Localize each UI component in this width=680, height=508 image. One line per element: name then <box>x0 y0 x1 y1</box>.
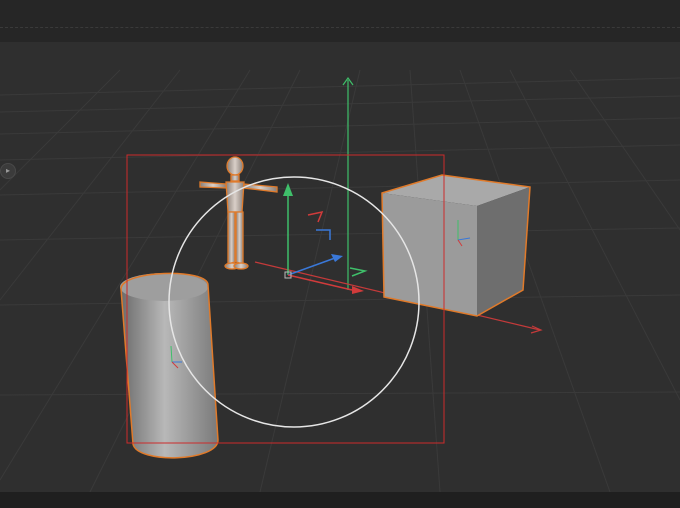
viewport-canvas[interactable] <box>0 42 680 492</box>
mannequin-object[interactable] <box>199 156 278 270</box>
transform-gizmo[interactable] <box>283 183 368 294</box>
gizmo-plane-yz-icon[interactable] <box>316 229 331 240</box>
gizmo-z-handle[interactable] <box>287 257 336 276</box>
top-toolbar <box>0 0 680 43</box>
bottom-status-bar <box>0 492 680 508</box>
play-icon[interactable]: ▸ <box>0 163 16 179</box>
gizmo-plane-xz-icon[interactable] <box>349 267 368 277</box>
toolbar-divider <box>0 27 680 28</box>
floor-grid <box>0 69 680 492</box>
cube-object[interactable] <box>381 174 531 317</box>
gizmo-y-arrow-icon[interactable] <box>283 183 293 196</box>
gizmo-plane-xy-icon[interactable] <box>307 210 324 223</box>
3d-viewport[interactable]: ▸ <box>0 42 680 492</box>
